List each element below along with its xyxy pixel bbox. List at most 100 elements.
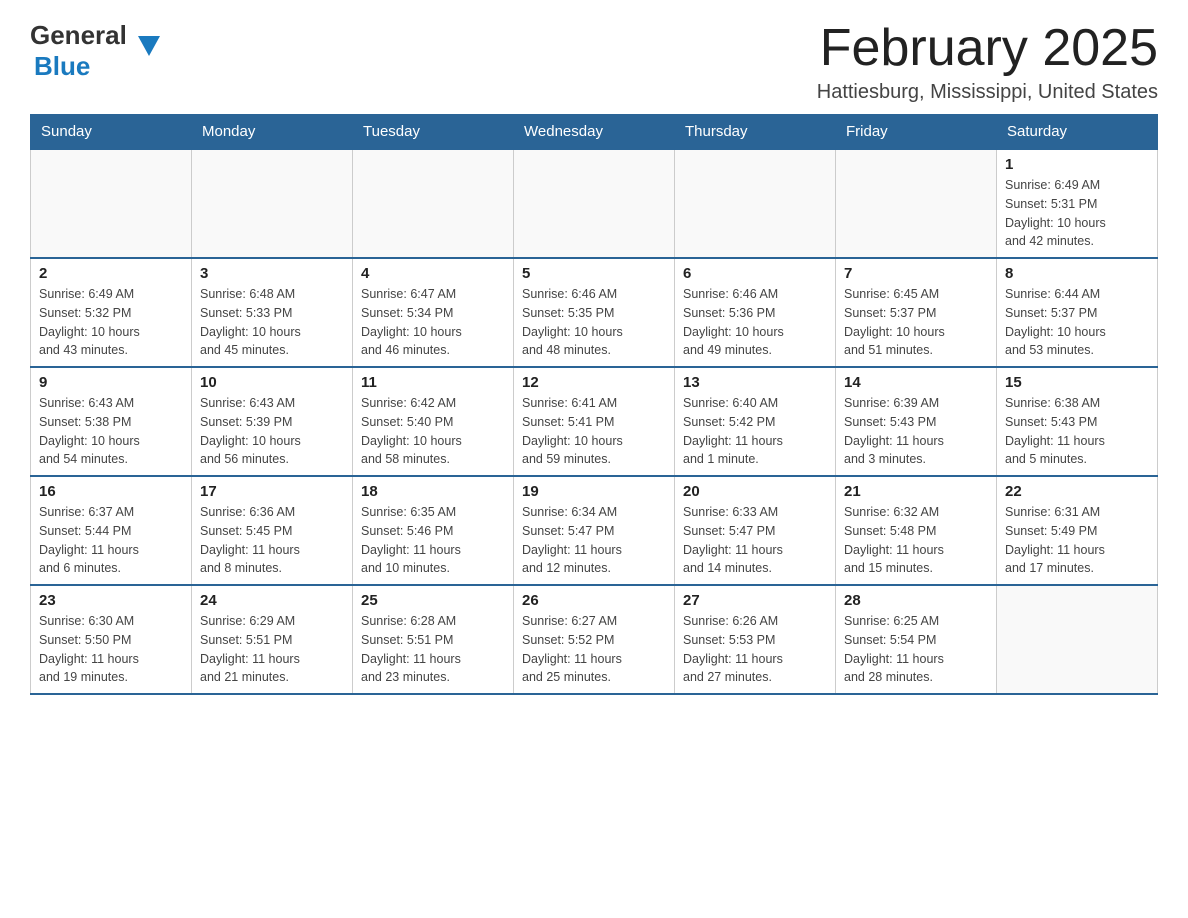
day-info: Sunrise: 6:33 AM Sunset: 5:47 PM Dayligh… bbox=[683, 503, 827, 578]
calendar-cell: 20 Sunrise: 6:33 AM Sunset: 5:47 PM Dayli… bbox=[675, 476, 836, 585]
weekday-header-saturday: Saturday bbox=[997, 115, 1158, 150]
calendar-cell: 4 Sunrise: 6:47 AM Sunset: 5:34 PM Daylig… bbox=[353, 258, 514, 367]
logo: General Blue bbox=[30, 20, 138, 82]
day-number: 18 bbox=[361, 483, 505, 500]
calendar-cell: 17 Sunrise: 6:36 AM Sunset: 5:45 PM Dayli… bbox=[192, 476, 353, 585]
calendar-cell: 11 Sunrise: 6:42 AM Sunset: 5:40 PM Dayli… bbox=[353, 367, 514, 476]
weekday-header-thursday: Thursday bbox=[675, 115, 836, 150]
day-number: 8 bbox=[1005, 265, 1149, 282]
weekday-header-wednesday: Wednesday bbox=[514, 115, 675, 150]
day-number: 20 bbox=[683, 483, 827, 500]
calendar-cell: 18 Sunrise: 6:35 AM Sunset: 5:46 PM Dayli… bbox=[353, 476, 514, 585]
calendar-cell: 2 Sunrise: 6:49 AM Sunset: 5:32 PM Daylig… bbox=[31, 258, 192, 367]
calendar-table: SundayMondayTuesdayWednesdayThursdayFrid… bbox=[30, 114, 1158, 695]
day-info: Sunrise: 6:40 AM Sunset: 5:42 PM Dayligh… bbox=[683, 394, 827, 469]
calendar-week-row: 16 Sunrise: 6:37 AM Sunset: 5:44 PM Dayli… bbox=[31, 476, 1158, 585]
day-info: Sunrise: 6:43 AM Sunset: 5:39 PM Dayligh… bbox=[200, 394, 344, 469]
calendar-cell: 16 Sunrise: 6:37 AM Sunset: 5:44 PM Dayli… bbox=[31, 476, 192, 585]
day-info: Sunrise: 6:37 AM Sunset: 5:44 PM Dayligh… bbox=[39, 503, 183, 578]
calendar-cell: 3 Sunrise: 6:48 AM Sunset: 5:33 PM Daylig… bbox=[192, 258, 353, 367]
day-number: 16 bbox=[39, 483, 183, 500]
calendar-cell: 14Sunrise: 6:39 AM Sunset: 5:43 PM Dayli… bbox=[836, 367, 997, 476]
day-number: 24 bbox=[200, 592, 344, 609]
calendar-week-row: 2 Sunrise: 6:49 AM Sunset: 5:32 PM Daylig… bbox=[31, 258, 1158, 367]
day-info: Sunrise: 6:29 AM Sunset: 5:51 PM Dayligh… bbox=[200, 612, 344, 687]
day-info: Sunrise: 6:43 AM Sunset: 5:38 PM Dayligh… bbox=[39, 394, 183, 469]
weekday-header-sunday: Sunday bbox=[31, 115, 192, 150]
day-number: 3 bbox=[200, 265, 344, 282]
calendar-cell: 28Sunrise: 6:25 AM Sunset: 5:54 PM Dayli… bbox=[836, 585, 997, 694]
day-info: Sunrise: 6:47 AM Sunset: 5:34 PM Dayligh… bbox=[361, 285, 505, 360]
logo-general-text: General bbox=[30, 20, 127, 51]
weekday-header-row: SundayMondayTuesdayWednesdayThursdayFrid… bbox=[31, 115, 1158, 150]
day-info: Sunrise: 6:36 AM Sunset: 5:45 PM Dayligh… bbox=[200, 503, 344, 578]
day-info: Sunrise: 6:25 AM Sunset: 5:54 PM Dayligh… bbox=[844, 612, 988, 687]
day-info: Sunrise: 6:48 AM Sunset: 5:33 PM Dayligh… bbox=[200, 285, 344, 360]
calendar-cell bbox=[192, 149, 353, 258]
calendar-cell bbox=[353, 149, 514, 258]
day-number: 11 bbox=[361, 374, 505, 391]
day-info: Sunrise: 6:45 AM Sunset: 5:37 PM Dayligh… bbox=[844, 285, 988, 360]
day-number: 22 bbox=[1005, 483, 1149, 500]
day-number: 23 bbox=[39, 592, 183, 609]
day-number: 1 bbox=[1005, 156, 1149, 173]
calendar-cell bbox=[514, 149, 675, 258]
day-info: Sunrise: 6:28 AM Sunset: 5:51 PM Dayligh… bbox=[361, 612, 505, 687]
day-number: 17 bbox=[200, 483, 344, 500]
calendar-cell bbox=[997, 585, 1158, 694]
day-number: 15 bbox=[1005, 374, 1149, 391]
day-number: 12 bbox=[522, 374, 666, 391]
day-number: 9 bbox=[39, 374, 183, 391]
calendar-week-row: 1 Sunrise: 6:49 AM Sunset: 5:31 PM Daylig… bbox=[31, 149, 1158, 258]
day-number: 4 bbox=[361, 265, 505, 282]
page-header: General Blue February 2025 Hattiesburg, … bbox=[30, 20, 1158, 104]
calendar-cell: 1 Sunrise: 6:49 AM Sunset: 5:31 PM Daylig… bbox=[997, 149, 1158, 258]
day-number: 21 bbox=[844, 483, 988, 500]
day-number: 19 bbox=[522, 483, 666, 500]
month-title: February 2025 bbox=[817, 20, 1158, 77]
calendar-cell: 23 Sunrise: 6:30 AM Sunset: 5:50 PM Dayli… bbox=[31, 585, 192, 694]
calendar-cell: 10 Sunrise: 6:43 AM Sunset: 5:39 PM Dayli… bbox=[192, 367, 353, 476]
location-subtitle: Hattiesburg, Mississippi, United States bbox=[817, 81, 1158, 104]
day-number: 27 bbox=[683, 592, 827, 609]
calendar-cell bbox=[31, 149, 192, 258]
weekday-header-monday: Monday bbox=[192, 115, 353, 150]
day-number: 26 bbox=[522, 592, 666, 609]
calendar-week-row: 23 Sunrise: 6:30 AM Sunset: 5:50 PM Dayli… bbox=[31, 585, 1158, 694]
day-info: Sunrise: 6:26 AM Sunset: 5:53 PM Dayligh… bbox=[683, 612, 827, 687]
day-info: Sunrise: 6:44 AM Sunset: 5:37 PM Dayligh… bbox=[1005, 285, 1149, 360]
day-number: 5 bbox=[522, 265, 666, 282]
day-info: Sunrise: 6:34 AM Sunset: 5:47 PM Dayligh… bbox=[522, 503, 666, 578]
weekday-header-friday: Friday bbox=[836, 115, 997, 150]
weekday-header-tuesday: Tuesday bbox=[353, 115, 514, 150]
day-info: Sunrise: 6:49 AM Sunset: 5:31 PM Dayligh… bbox=[1005, 176, 1149, 251]
calendar-cell: 6Sunrise: 6:46 AM Sunset: 5:36 PM Daylig… bbox=[675, 258, 836, 367]
calendar-cell: 27 Sunrise: 6:26 AM Sunset: 5:53 PM Dayli… bbox=[675, 585, 836, 694]
day-info: Sunrise: 6:30 AM Sunset: 5:50 PM Dayligh… bbox=[39, 612, 183, 687]
calendar-cell: 5 Sunrise: 6:46 AM Sunset: 5:35 PM Daylig… bbox=[514, 258, 675, 367]
calendar-week-row: 9 Sunrise: 6:43 AM Sunset: 5:38 PM Daylig… bbox=[31, 367, 1158, 476]
calendar-cell: 7 Sunrise: 6:45 AM Sunset: 5:37 PM Daylig… bbox=[836, 258, 997, 367]
calendar-cell: 25Sunrise: 6:28 AM Sunset: 5:51 PM Dayli… bbox=[353, 585, 514, 694]
calendar-cell bbox=[675, 149, 836, 258]
day-info: Sunrise: 6:38 AM Sunset: 5:43 PM Dayligh… bbox=[1005, 394, 1149, 469]
calendar-cell: 21Sunrise: 6:32 AM Sunset: 5:48 PM Dayli… bbox=[836, 476, 997, 585]
logo-blue-text: Blue bbox=[34, 51, 90, 82]
day-info: Sunrise: 6:31 AM Sunset: 5:49 PM Dayligh… bbox=[1005, 503, 1149, 578]
day-info: Sunrise: 6:46 AM Sunset: 5:36 PM Dayligh… bbox=[683, 285, 827, 360]
day-number: 7 bbox=[844, 265, 988, 282]
day-info: Sunrise: 6:46 AM Sunset: 5:35 PM Dayligh… bbox=[522, 285, 666, 360]
calendar-cell bbox=[836, 149, 997, 258]
day-info: Sunrise: 6:49 AM Sunset: 5:32 PM Dayligh… bbox=[39, 285, 183, 360]
day-info: Sunrise: 6:27 AM Sunset: 5:52 PM Dayligh… bbox=[522, 612, 666, 687]
day-info: Sunrise: 6:35 AM Sunset: 5:46 PM Dayligh… bbox=[361, 503, 505, 578]
day-info: Sunrise: 6:42 AM Sunset: 5:40 PM Dayligh… bbox=[361, 394, 505, 469]
day-number: 14 bbox=[844, 374, 988, 391]
day-number: 10 bbox=[200, 374, 344, 391]
calendar-cell: 26 Sunrise: 6:27 AM Sunset: 5:52 PM Dayli… bbox=[514, 585, 675, 694]
calendar-cell: 19 Sunrise: 6:34 AM Sunset: 5:47 PM Dayli… bbox=[514, 476, 675, 585]
calendar-cell: 22 Sunrise: 6:31 AM Sunset: 5:49 PM Dayli… bbox=[997, 476, 1158, 585]
calendar-cell: 9 Sunrise: 6:43 AM Sunset: 5:38 PM Daylig… bbox=[31, 367, 192, 476]
day-number: 2 bbox=[39, 265, 183, 282]
calendar-cell: 8 Sunrise: 6:44 AM Sunset: 5:37 PM Daylig… bbox=[997, 258, 1158, 367]
